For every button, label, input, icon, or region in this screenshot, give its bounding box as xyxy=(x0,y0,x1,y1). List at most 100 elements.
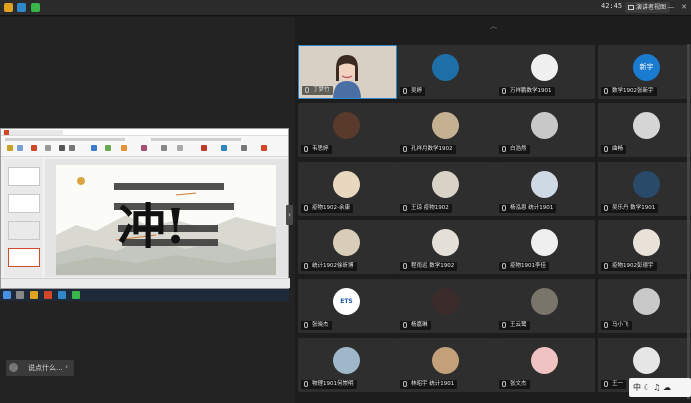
meeting-window: 42:45 演讲者视图 — ✕ 冲! 说点什么... ‹ › ︿ 丁梦竹 吴婷 … xyxy=(0,0,691,403)
system-tray-popup[interactable]: 中 ☾ ♫ ☁ xyxy=(629,378,691,397)
participant-avatar: 新宇 xyxy=(633,54,660,81)
table-icon[interactable] xyxy=(241,145,247,151)
participant-tile[interactable]: 马小飞 xyxy=(598,279,691,333)
ppt-icon[interactable] xyxy=(44,291,52,299)
participant-tile[interactable]: 万祥鹏数学1901 xyxy=(496,45,595,99)
search-icon[interactable] xyxy=(16,291,24,299)
find-icon[interactable] xyxy=(161,145,167,151)
textbox-icon[interactable] xyxy=(221,145,227,151)
participant-tile[interactable]: 程雨远 数学1902 xyxy=(397,220,496,274)
participant-avatar xyxy=(633,112,660,139)
participant-name-label: 丁梦竹 xyxy=(302,86,333,95)
participant-name: 曲畅 xyxy=(612,146,624,152)
participant-tile[interactable]: 王云鹭 xyxy=(496,279,595,333)
italic-icon[interactable] xyxy=(69,145,75,151)
shape-icon[interactable] xyxy=(105,145,111,151)
participant-name-label: 张文杰 xyxy=(499,380,530,389)
microphone-icon xyxy=(604,205,608,211)
participant-tile[interactable]: ETS 张晓杰 xyxy=(298,279,397,333)
participant-tile[interactable]: 林昭宇 统计1901 xyxy=(397,338,496,392)
microphone-icon xyxy=(304,146,308,152)
new-slide-icon[interactable] xyxy=(31,145,37,151)
chevron-up-icon[interactable]: ︿ xyxy=(490,21,497,31)
microphone-icon xyxy=(502,88,506,94)
slide-thumbnail-current[interactable] xyxy=(8,248,40,267)
participant-name-label: 韦思婷 xyxy=(301,145,332,154)
participant-tile[interactable]: 吴乐丹 数学1901 xyxy=(598,162,691,216)
slideshow-icon[interactable] xyxy=(261,145,267,151)
microphone-icon xyxy=(502,381,506,387)
copy-icon[interactable] xyxy=(17,145,23,151)
participant-name: 物理1901何崇明 xyxy=(312,381,354,387)
participant-name-label: 吴乐丹 数学1901 xyxy=(601,204,659,213)
participant-avatar xyxy=(531,54,558,81)
participant-tile[interactable]: 吴婷 xyxy=(397,45,496,99)
paste-icon[interactable] xyxy=(7,145,13,151)
participant-name-label: 杨嘉琳 xyxy=(400,321,431,330)
presentation-statusbar xyxy=(1,278,290,288)
microphone-icon xyxy=(604,381,608,387)
participant-tile[interactable]: 物理1901何崇明 xyxy=(298,338,397,392)
slide-thumbnail[interactable] xyxy=(8,221,40,240)
tray-text: 中 ☾ ♫ ☁ xyxy=(633,383,671,392)
participant-tile[interactable]: 孔祥月数学1902 xyxy=(397,103,496,157)
participant-tile[interactable]: 新宇 数学1902张新宇 xyxy=(598,45,691,99)
panel-collapse-handle[interactable]: › xyxy=(286,205,293,225)
folder-icon[interactable] xyxy=(4,3,13,12)
picture-icon[interactable] xyxy=(201,145,207,151)
participant-tile[interactable]: 杨泓恩 统计1901 xyxy=(496,162,595,216)
participant-name-label: 王一 xyxy=(601,380,627,389)
participant-tile[interactable]: 丁梦竹 xyxy=(298,45,397,99)
participant-video xyxy=(333,55,361,98)
participant-tile[interactable]: 疫物1902-余康 xyxy=(298,162,397,216)
participant-tile[interactable]: 疫物1902彭璟宇 xyxy=(598,220,691,274)
participant-tile[interactable]: 白浩然 xyxy=(496,103,595,157)
grid-scrollbar[interactable] xyxy=(687,44,690,399)
select-icon[interactable] xyxy=(177,145,183,151)
participant-name: 马小飞 xyxy=(612,322,629,328)
meeting-timer: 42:45 xyxy=(601,2,623,10)
shield-icon[interactable] xyxy=(17,3,26,12)
start-icon[interactable] xyxy=(3,291,11,299)
chevron-left-icon[interactable]: ‹ xyxy=(65,362,68,371)
participant-tile[interactable]: 王琼 疫物1902 xyxy=(397,162,496,216)
slide-canvas: 冲! xyxy=(45,159,288,277)
microphone-icon xyxy=(502,205,506,211)
signal-icon[interactable] xyxy=(31,3,40,12)
participant-name: 吴乐丹 数学1901 xyxy=(612,205,656,211)
close-button[interactable]: ✕ xyxy=(678,2,690,13)
document-tab[interactable] xyxy=(3,130,63,135)
participant-tile[interactable]: 张文杰 xyxy=(496,338,595,392)
participant-name: 孔祥月数学1902 xyxy=(411,146,453,152)
slide-thumbnail[interactable] xyxy=(8,167,40,186)
presenter-view-button[interactable]: 演讲者视图 xyxy=(625,2,671,13)
participant-avatar xyxy=(333,347,360,374)
participant-name-label: 曲畅 xyxy=(601,145,627,154)
arrange-icon[interactable] xyxy=(121,145,127,151)
microphone-icon xyxy=(604,263,608,269)
participant-tile[interactable]: 韦思婷 xyxy=(298,103,397,157)
participant-tile[interactable]: 杨嘉琳 xyxy=(397,279,496,333)
layout-icon[interactable] xyxy=(45,145,51,151)
chat-input-bar[interactable]: 说点什么... ‹ xyxy=(6,360,74,376)
title-bar: 42:45 演讲者视图 — ✕ xyxy=(0,0,691,16)
shared-presentation-window[interactable]: 冲! xyxy=(0,128,290,289)
slide-thumbnail[interactable] xyxy=(8,194,40,213)
align-icon[interactable] xyxy=(91,145,97,151)
participant-name-label: 马小飞 xyxy=(601,321,632,330)
app-icon[interactable] xyxy=(72,291,80,299)
explorer-icon[interactable] xyxy=(30,291,38,299)
chat-input[interactable]: 说点什么... xyxy=(28,363,63,373)
participant-name-label: 程雨远 数学1902 xyxy=(400,262,458,271)
presentation-titlebar xyxy=(1,129,288,136)
browser-icon[interactable] xyxy=(58,291,66,299)
participant-tile[interactable]: 疫物1901李佳 xyxy=(496,220,595,274)
participant-tile[interactable]: 曲畅 xyxy=(598,103,691,157)
participant-tile[interactable]: 统计1902徐昕博 xyxy=(298,220,397,274)
bold-icon[interactable] xyxy=(59,145,65,151)
style-icon[interactable] xyxy=(141,145,147,151)
minimize-button[interactable]: — xyxy=(665,2,677,13)
participant-name-label: 孔祥月数学1902 xyxy=(400,145,456,154)
participant-name: 吴婷 xyxy=(411,88,423,94)
microphone-icon xyxy=(403,205,407,211)
